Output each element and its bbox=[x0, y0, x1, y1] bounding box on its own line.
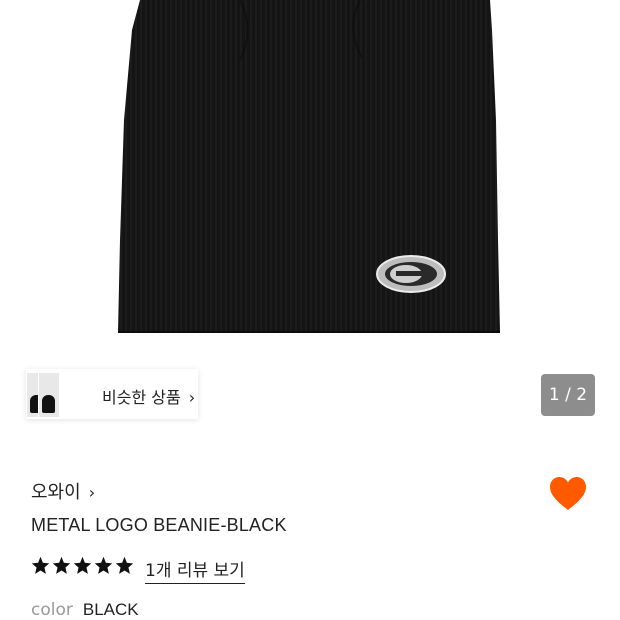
chevron-right-icon: › bbox=[188, 388, 196, 407]
similar-thumbnail bbox=[38, 372, 60, 418]
chevron-right-icon: › bbox=[88, 483, 96, 502]
similar-products-label: 비슷한 상품 › bbox=[102, 388, 196, 407]
star-icon bbox=[31, 556, 50, 574]
review-link[interactable]: 1개 리뷰 보기 bbox=[145, 556, 245, 584]
beanie-image bbox=[118, 0, 500, 333]
rating-stars bbox=[31, 556, 134, 575]
image-pager: 1 / 2 bbox=[541, 374, 595, 416]
star-icon bbox=[115, 556, 134, 574]
similar-products-button[interactable]: 비슷한 상품 › bbox=[26, 369, 198, 419]
product-title: METAL LOGO BEANIE-BLACK bbox=[31, 515, 287, 535]
star-icon bbox=[94, 556, 113, 574]
color-value: BLACK bbox=[82, 600, 139, 619]
brand-name: 오와이 bbox=[31, 482, 81, 503]
color-label: color bbox=[31, 600, 73, 620]
star-icon bbox=[73, 556, 92, 574]
metal-logo-badge bbox=[376, 255, 446, 293]
star-icon bbox=[52, 556, 71, 574]
brand-link[interactable]: 오와이 › bbox=[31, 478, 95, 504]
product-image[interactable] bbox=[0, 0, 620, 355]
similar-thumbnails bbox=[26, 369, 60, 419]
heart-icon[interactable] bbox=[548, 476, 588, 516]
color-option: color BLACK bbox=[31, 600, 139, 620]
